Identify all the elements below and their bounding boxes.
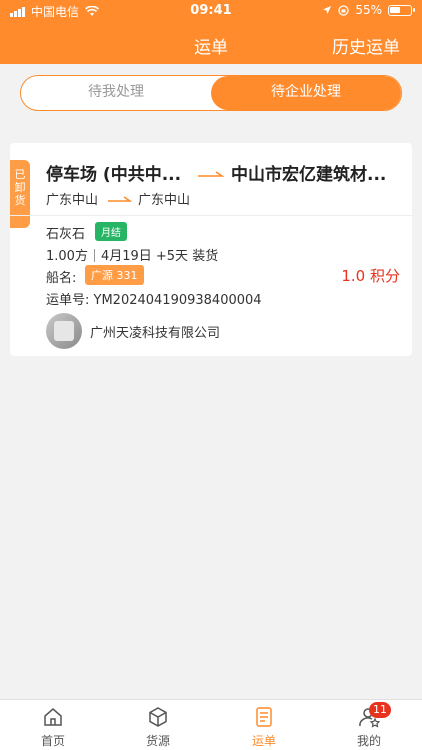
segment-my-pending[interactable]: 待我处理 [21, 76, 211, 110]
load-detail: 1.00方 4月19日 +5天 装货 [46, 245, 218, 264]
segment-control: 待我处理 待企业处理 [20, 75, 402, 111]
orientation-lock-icon [338, 4, 349, 16]
waybill-icon [256, 707, 272, 727]
destination-name: 中山市宏亿建筑材... [231, 165, 387, 185]
origin-region: 广东中山 [46, 193, 99, 208]
tab-waybill[interactable]: 运单 [234, 706, 294, 749]
header-bar: 中国电信 09:41 55% 运单 历史运单 [0, 0, 422, 64]
notification-badge: 11 [369, 702, 391, 718]
company-avatar [46, 313, 82, 349]
tab-cargo[interactable]: 货源 [128, 706, 188, 749]
status-tag: 已卸货 [10, 160, 30, 228]
battery-icon [388, 4, 415, 16]
ship-label: 船名: [46, 271, 77, 286]
box-icon [149, 707, 167, 727]
battery-percent: 55% [355, 3, 382, 17]
points-value: 1.0 积分 [341, 267, 400, 285]
tab-home-label: 首页 [40, 734, 65, 748]
waybill-card[interactable]: 已卸货 停车场 (中共中... 中山市宏亿建筑材... 广东中山 广东中山 石灰… [10, 143, 412, 356]
tab-mine[interactable]: 我的 11 [339, 702, 399, 749]
detail-separator [93, 249, 95, 262]
home-icon [44, 708, 62, 726]
route-main: 停车场 (中共中... 中山市宏亿建筑材... [46, 160, 406, 185]
company-name: 广州天凌科技有限公司 [90, 326, 221, 341]
tab-home[interactable]: 首页 [23, 706, 83, 749]
quantity: 1.00方 [46, 249, 88, 264]
order-number: 运单号: YM202404190938400004 [46, 293, 262, 308]
tab-bar: 首页 货源 运单 我的 11 [0, 699, 422, 750]
location-icon [323, 6, 332, 14]
ship-name-badge: 广源 331 [85, 265, 144, 285]
tab-mine-label: 我的 [356, 734, 381, 748]
load-schedule: 4月19日 +5天 装货 [100, 249, 219, 264]
route-arrow-icon [198, 171, 224, 177]
history-waybill-link[interactable]: 历史运单 [332, 33, 400, 58]
tab-cargo-label: 货源 [145, 734, 170, 748]
route-arrow-small-icon [108, 196, 132, 202]
destination-region: 广东中山 [138, 193, 191, 208]
tab-waybill-label: 运单 [251, 734, 276, 748]
origin-name: 停车场 (中共中... [46, 165, 182, 185]
status-bar: 中国电信 09:41 55% [0, 0, 422, 22]
segment-company-pending[interactable]: 待企业处理 [211, 76, 401, 110]
cargo-name: 石灰石 [46, 227, 86, 242]
settlement-badge: 月结 [95, 222, 127, 241]
card-divider [10, 215, 412, 216]
